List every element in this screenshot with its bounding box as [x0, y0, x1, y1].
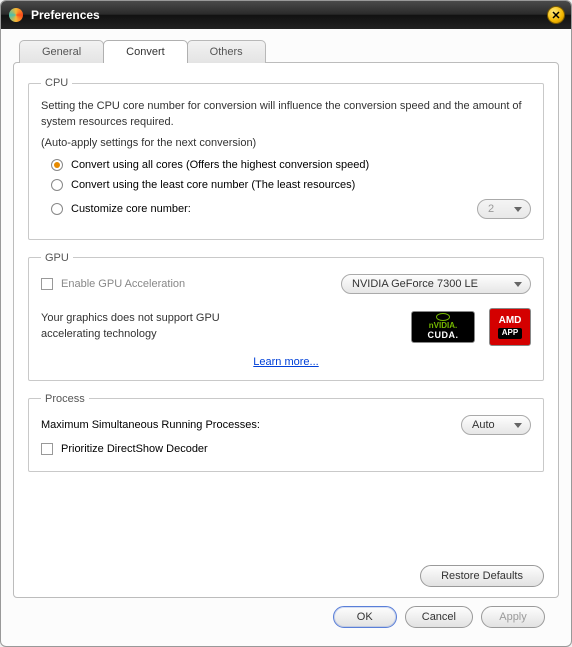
gpu-device-value: NVIDIA GeForce 7300 LE [352, 278, 478, 290]
tab-panel-convert: CPU Setting the CPU core number for conv… [13, 62, 559, 598]
tab-others[interactable]: Others [187, 40, 266, 63]
cancel-button[interactable]: Cancel [405, 606, 473, 628]
max-processes-value: Auto [472, 419, 495, 431]
learn-more-link[interactable]: Learn more... [41, 356, 531, 368]
radio-icon [51, 179, 63, 191]
ok-button[interactable]: OK [333, 606, 397, 628]
gpu-logos: nVIDIA. CUDA. AMD APP [411, 308, 531, 346]
amd-app-text: APP [498, 328, 522, 339]
cuda-text: CUDA. [428, 331, 459, 341]
prioritize-directshow-checkbox[interactable]: Prioritize DirectShow Decoder [41, 443, 531, 455]
window-body: General Convert Others CPU Setting the C… [1, 29, 571, 646]
nvidia-eye-icon [436, 313, 450, 321]
radio-least-cores[interactable]: Convert using the least core number (The… [51, 179, 531, 191]
process-legend: Process [41, 393, 89, 405]
amd-app-logo: AMD APP [489, 308, 531, 346]
checkbox-icon [41, 443, 53, 455]
window-title: Preferences [31, 8, 100, 22]
restore-defaults-button[interactable]: Restore Defaults [420, 565, 544, 587]
gpu-group: GPU Enable GPU Acceleration NVIDIA GeFor… [28, 252, 544, 381]
cpu-group: CPU Setting the CPU core number for conv… [28, 77, 544, 240]
core-number-value: 2 [488, 203, 494, 215]
gpu-device-dropdown[interactable]: NVIDIA GeForce 7300 LE [341, 274, 531, 294]
dialog-footer: OK Cancel Apply [13, 598, 559, 638]
radio-all-cores[interactable]: Convert using all cores (Offers the high… [51, 159, 531, 171]
prioritize-directshow-label: Prioritize DirectShow Decoder [61, 443, 208, 455]
close-button[interactable]: ✕ [547, 6, 565, 24]
tab-bar: General Convert Others [19, 39, 559, 62]
checkbox-icon [41, 278, 53, 290]
process-group: Process Maximum Simultaneous Running Pro… [28, 393, 544, 472]
apply-button[interactable]: Apply [481, 606, 545, 628]
cpu-description: Setting the CPU core number for conversi… [41, 99, 531, 131]
titlebar: Preferences ✕ [1, 1, 571, 29]
radio-custom-label: Customize core number: [71, 203, 191, 215]
gpu-support-message: Your graphics does not support GPU accel… [41, 311, 241, 342]
core-number-dropdown[interactable]: 2 [477, 199, 531, 219]
enable-gpu-checkbox[interactable]: Enable GPU Acceleration [41, 278, 185, 290]
radio-all-label: Convert using all cores (Offers the high… [71, 159, 369, 171]
nvidia-cuda-logo: nVIDIA. CUDA. [411, 311, 475, 343]
gpu-legend: GPU [41, 252, 73, 264]
enable-gpu-label: Enable GPU Acceleration [61, 278, 185, 290]
app-icon [9, 8, 23, 22]
max-processes-label: Maximum Simultaneous Running Processes: [41, 419, 260, 431]
tab-convert[interactable]: Convert [103, 40, 188, 63]
preferences-window: Preferences ✕ General Convert Others CPU… [0, 0, 572, 647]
radio-icon [51, 203, 63, 215]
radio-least-label: Convert using the least core number (The… [71, 179, 355, 191]
close-icon: ✕ [551, 9, 560, 22]
cpu-auto-note: (Auto-apply settings for the next conver… [41, 137, 531, 149]
radio-custom-cores[interactable]: Customize core number: [51, 203, 191, 215]
amd-text: AMD [499, 315, 522, 326]
max-processes-dropdown[interactable]: Auto [461, 415, 531, 435]
radio-icon [51, 159, 63, 171]
tab-general[interactable]: General [19, 40, 104, 63]
cpu-legend: CPU [41, 77, 72, 89]
